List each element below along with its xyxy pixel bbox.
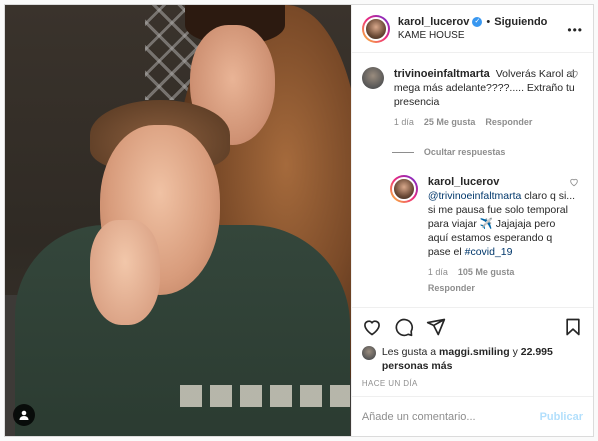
post-timestamp[interactable]: HACE UN DÍA xyxy=(352,373,593,396)
commenter-avatar[interactable] xyxy=(361,67,384,89)
replies-toggle-line xyxy=(391,151,414,153)
author-username[interactable]: karol_lucerov xyxy=(398,15,470,29)
post-side-panel: karol_lucerov ✓ • Siguiendo KAME HOUSE •… xyxy=(350,5,593,436)
comment-like-heart-icon[interactable] xyxy=(569,69,579,79)
comment-item: trivinoeinfaltmarta Volverás Karol al me… xyxy=(361,67,583,129)
comment-list: trivinoeinfaltmarta Volverás Karol al me… xyxy=(352,53,593,307)
photo-hoodie-stripes xyxy=(180,385,350,407)
reply-like-heart-icon[interactable] xyxy=(569,177,579,187)
comment-input[interactable] xyxy=(361,410,540,423)
hide-replies-toggle[interactable]: Ocultar respuestas xyxy=(391,145,583,159)
liker-username[interactable]: maggi.smiling xyxy=(439,346,510,358)
reply-username[interactable]: karol_lucerov xyxy=(428,176,500,188)
post-card: karol_lucerov ✓ • Siguiendo KAME HOUSE •… xyxy=(4,4,594,437)
reply-time[interactable]: 1 día xyxy=(428,265,448,279)
reply-likes[interactable]: 105 Me gusta xyxy=(458,265,515,279)
share-icon[interactable] xyxy=(426,317,446,337)
likes-connector: y xyxy=(512,346,518,358)
post-actions-bar xyxy=(351,307,593,345)
commenter-username[interactable]: trivinoeinfaltmarta xyxy=(394,68,490,80)
liker-avatar[interactable] xyxy=(361,346,376,360)
photo-man-hand xyxy=(90,220,160,325)
heart-icon[interactable] xyxy=(362,317,382,337)
more-icon[interactable]: ••• xyxy=(567,23,583,37)
likes-summary: Les gusta a maggi.smiling y 22.995 perso… xyxy=(352,345,593,373)
reply-hashtag-link[interactable]: #covid_19 xyxy=(465,246,513,258)
comment-reply-button[interactable]: Responder xyxy=(485,115,532,129)
reply-text-block: karol_lucerov @trivinoeinfaltmarta claro… xyxy=(428,175,576,259)
comment-text-block: trivinoeinfaltmarta Volverás Karol al me… xyxy=(394,67,576,109)
author-avatar[interactable] xyxy=(361,14,390,43)
reply-reply-button[interactable]: Responder xyxy=(428,281,475,295)
verified-badge-icon: ✓ xyxy=(472,16,483,27)
reply-author-avatar[interactable] xyxy=(389,175,418,203)
post-photo[interactable] xyxy=(5,5,351,436)
bookmark-icon[interactable] xyxy=(563,317,583,337)
publish-button[interactable]: Publicar xyxy=(540,411,583,423)
header-separator: • xyxy=(486,15,491,28)
comment-likes[interactable]: 25 Me gusta xyxy=(424,115,476,129)
reply-mention-link[interactable]: @trivinoeinfaltmarta xyxy=(428,190,522,202)
post-header: karol_lucerov ✓ • Siguiendo KAME HOUSE •… xyxy=(351,5,593,53)
follow-button[interactable]: Siguiendo xyxy=(494,15,547,29)
comment-icon[interactable] xyxy=(394,317,414,337)
post-location[interactable]: KAME HOUSE xyxy=(398,29,548,43)
comment-time[interactable]: 1 día xyxy=(394,115,414,129)
user-tag-icon[interactable] xyxy=(13,404,35,426)
likes-prefix: Les gusta a xyxy=(381,346,437,358)
hide-replies-label: Ocultar respuestas xyxy=(423,147,506,157)
add-comment-bar: Publicar xyxy=(351,396,593,436)
reply-item: karol_lucerov @trivinoeinfaltmarta claro… xyxy=(389,175,583,295)
